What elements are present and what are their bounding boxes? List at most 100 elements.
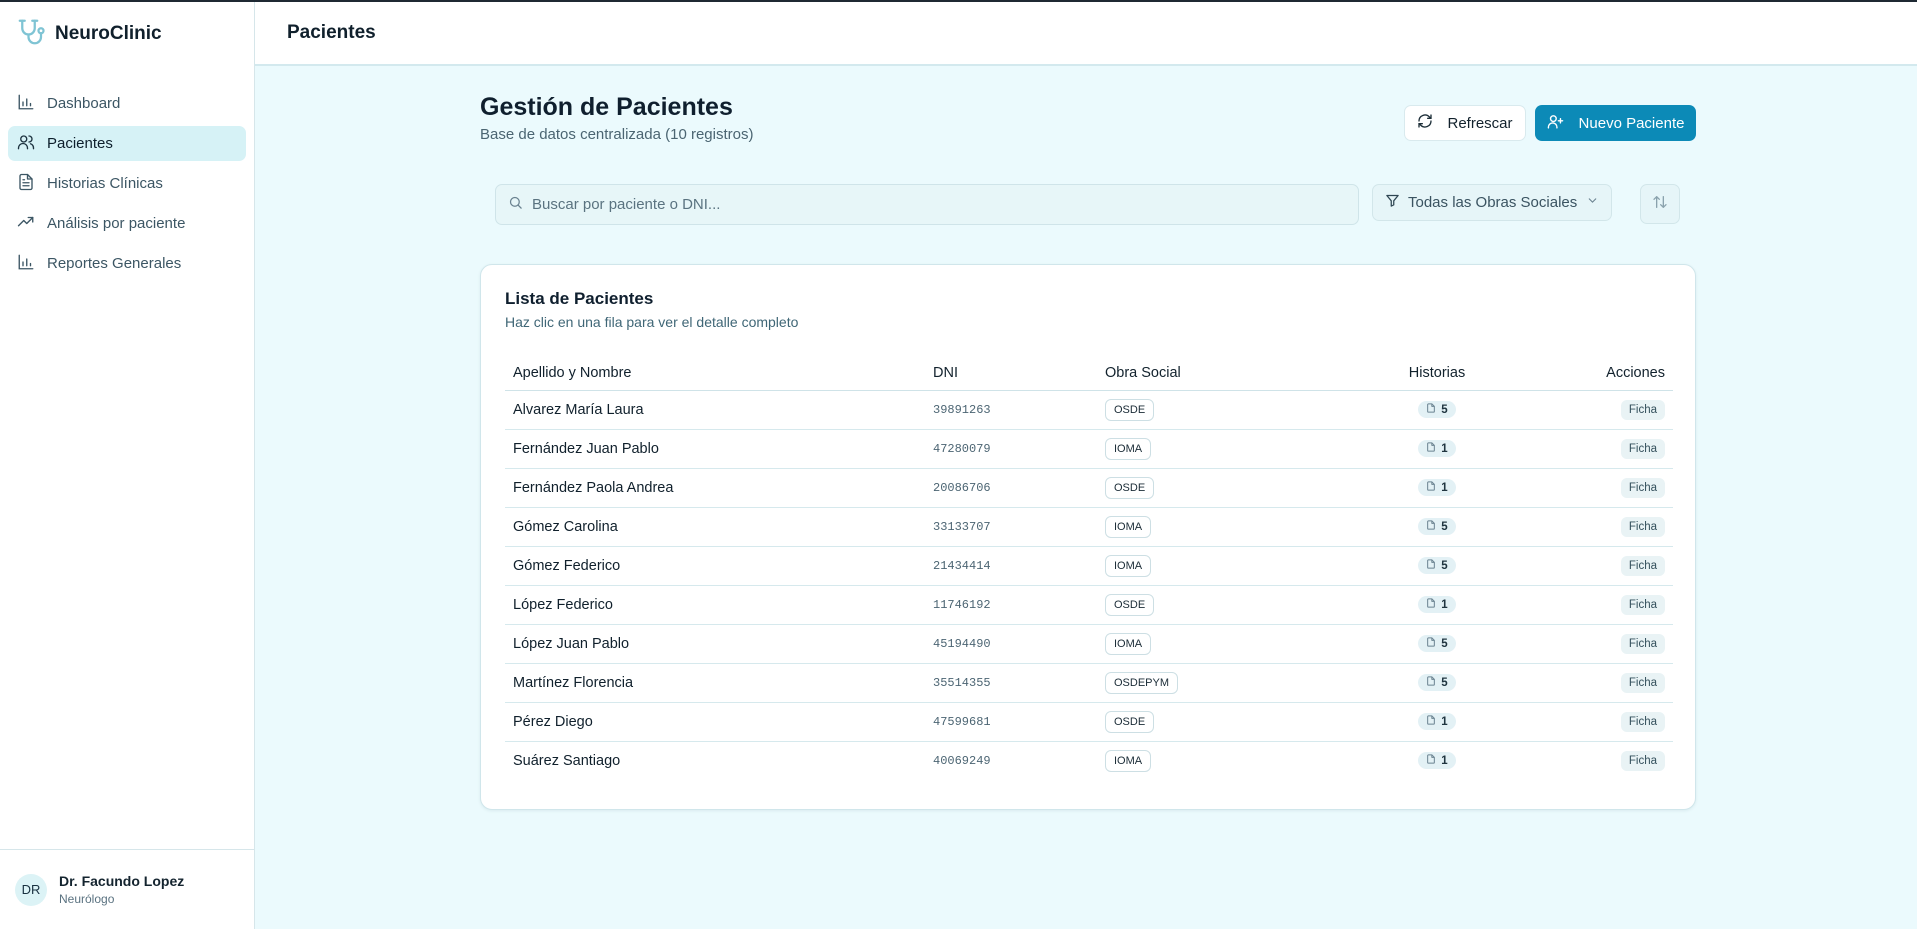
table-row[interactable]: López Juan Pablo 45194490 IOMA 5 Ficha (505, 624, 1673, 664)
brand[interactable]: NeuroClinic (0, 2, 254, 66)
patient-name: Gómez Federico (505, 546, 925, 586)
sidebar-item-label: Pacientes (47, 135, 113, 152)
sidebar-item-dashboard[interactable]: Dashboard (8, 86, 246, 121)
historias-count: 5 (1441, 403, 1448, 416)
obra-social-badge: OSDE (1105, 593, 1155, 616)
ficha-button[interactable]: Ficha (1620, 477, 1665, 498)
user-role: Neurólogo (59, 892, 115, 906)
header-dni[interactable]: DNI (925, 356, 1097, 391)
ficha-button[interactable]: Ficha (1620, 594, 1665, 615)
obra-social-badge: IOMA (1105, 554, 1152, 577)
patient-name: López Federico (505, 585, 925, 625)
ficha-button[interactable]: Ficha (1620, 711, 1665, 732)
sidebar-item-reportes[interactable]: Reportes Generales (8, 246, 246, 281)
table-row[interactable]: Alvarez María Laura 39891263 OSDE 5 Ficha (505, 390, 1673, 430)
obra-social-filter[interactable]: Todas las Obras Sociales (1372, 184, 1612, 221)
patient-name: Pérez Diego (505, 702, 925, 742)
historias-badge: 5 (1418, 518, 1456, 535)
historias-badge: 5 (1418, 635, 1456, 652)
page-header: Gestión de Pacientes Base de datos centr… (480, 93, 1696, 143)
historias-count: 1 (1441, 481, 1448, 494)
sort-button[interactable] (1640, 184, 1680, 224)
filter-label: Todas las Obras Sociales (1408, 194, 1578, 211)
card-subtitle: Haz clic en una fila para ver el detalle… (505, 314, 799, 330)
patients-table: Apellido y Nombre DNI Obra Social Histor… (505, 356, 1673, 780)
sidebar-item-historias[interactable]: Historias Clínicas (8, 166, 246, 201)
user-profile[interactable]: DR Dr. Facundo Lopez Neurólogo (0, 849, 254, 929)
patient-dni: 20086706 (925, 468, 1097, 508)
chevron-down-icon (1577, 194, 1599, 211)
obra-social-badge: OSDEPYM (1105, 671, 1179, 694)
historias-count: 1 (1441, 598, 1448, 611)
new-patient-button[interactable]: Nuevo Paciente (1535, 105, 1696, 141)
bar-chart-icon (17, 93, 47, 115)
sidebar-item-label: Reportes Generales (47, 255, 182, 272)
historias-count: 5 (1441, 676, 1448, 689)
file-icon (1426, 520, 1441, 533)
obra-social-badge: OSDE (1105, 476, 1155, 499)
table-row[interactable]: Fernández Juan Pablo 47280079 IOMA 1 Ficha (505, 429, 1673, 469)
ficha-button[interactable]: Ficha (1620, 399, 1665, 420)
historias-badge: 1 (1418, 440, 1456, 457)
obra-social-badge: IOMA (1105, 749, 1152, 772)
search-input[interactable] (532, 196, 1312, 213)
file-icon (1426, 754, 1441, 767)
file-icon (1426, 598, 1441, 611)
patient-dni: 39891263 (925, 390, 1097, 430)
file-icon (1426, 442, 1441, 455)
table-row[interactable]: Martínez Florencia 35514355 OSDEPYM 5 Ficha (505, 663, 1673, 703)
header-acciones: Acciones (1507, 356, 1673, 391)
ficha-button[interactable]: Ficha (1620, 672, 1665, 693)
historias-badge: 5 (1418, 674, 1456, 691)
sidebar-nav: Dashboard Pacientes Historias Clínicas A… (0, 86, 254, 281)
stethoscope-icon (16, 17, 46, 52)
patient-dni: 40069249 (933, 753, 991, 768)
historias-badge: 1 (1418, 752, 1456, 770)
file-icon (1426, 637, 1441, 650)
table-row[interactable]: Gómez Carolina 33133707 IOMA 5 Ficha (505, 507, 1673, 547)
main-content: Gestión de Pacientes Base de datos centr… (255, 68, 1917, 929)
historias-count: 5 (1441, 559, 1448, 572)
refresh-button[interactable]: Refrescar (1404, 105, 1526, 141)
search-box[interactable] (495, 184, 1359, 225)
sidebar-item-label: Historias Clínicas (47, 175, 163, 192)
table-row[interactable]: López Federico 11746192 OSDE 1 Ficha (505, 585, 1673, 625)
header-name[interactable]: Apellido y Nombre (505, 356, 925, 391)
user-plus-icon (1547, 113, 1579, 134)
ficha-button[interactable]: Ficha (1620, 555, 1665, 576)
historias-badge: 1 (1418, 479, 1456, 496)
new-patient-label: Nuevo Paciente (1578, 114, 1685, 132)
patient-dni: 11746192 (925, 585, 1097, 625)
topbar-title: Pacientes (287, 22, 376, 43)
ficha-button[interactable]: Ficha (1620, 516, 1665, 537)
trending-up-icon (17, 213, 47, 235)
ficha-button[interactable]: Ficha (1620, 633, 1665, 654)
filter-icon (1385, 193, 1408, 212)
sidebar-item-analisis[interactable]: Análisis por paciente (8, 206, 246, 241)
file-icon (1426, 676, 1441, 689)
ficha-button[interactable]: Ficha (1620, 438, 1665, 459)
patient-dni: 47599681 (925, 702, 1097, 742)
file-icon (1426, 403, 1441, 416)
ficha-button[interactable]: Ficha (1620, 750, 1665, 771)
table-row[interactable]: Gómez Federico 21434414 IOMA 5 Ficha (505, 546, 1673, 586)
table-row[interactable]: Suárez Santiago 40069249 IOMA 1 Ficha (505, 741, 1673, 780)
file-icon (1426, 715, 1441, 728)
search-icon (508, 195, 532, 215)
historias-badge: 1 (1418, 713, 1456, 730)
header-obra-social[interactable]: Obra Social (1097, 356, 1367, 391)
historias-count: 1 (1441, 715, 1448, 728)
patient-dni: 35514355 (925, 663, 1097, 703)
table-row[interactable]: Fernández Paola Andrea 20086706 OSDE 1 Ficha (505, 468, 1673, 508)
patient-name: López Juan Pablo (505, 624, 925, 664)
sidebar-item-pacientes[interactable]: Pacientes (8, 126, 246, 161)
patient-name: Fernández Paola Andrea (505, 468, 925, 508)
header-historias[interactable]: Historias (1367, 356, 1507, 391)
refresh-label: Refrescar (1447, 114, 1513, 132)
obra-social-badge: OSDE (1105, 398, 1155, 421)
table-row[interactable]: Pérez Diego 47599681 OSDE 1 Ficha (505, 702, 1673, 742)
sidebar: NeuroClinic Dashboard Pacientes Historia… (0, 2, 255, 929)
avatar: DR (15, 873, 47, 906)
historias-badge: 5 (1418, 401, 1456, 418)
sidebar-item-label: Dashboard (47, 95, 121, 112)
